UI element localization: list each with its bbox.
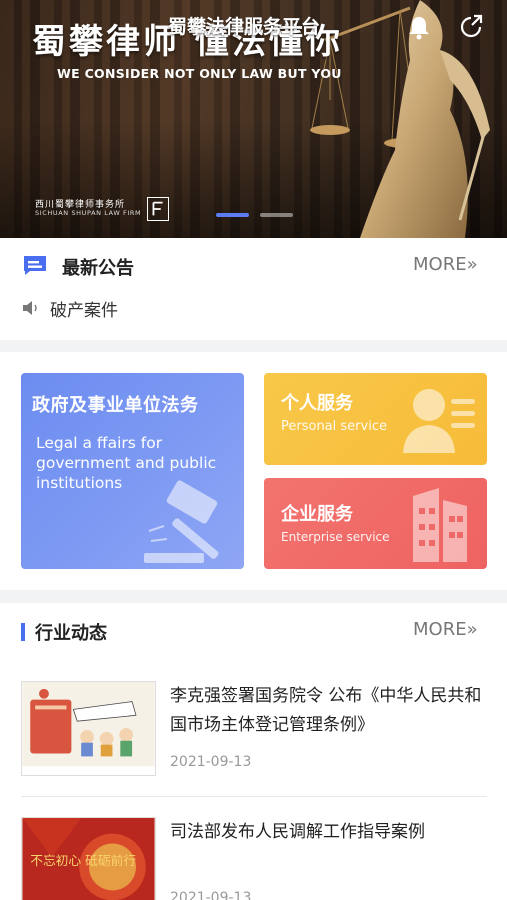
news-date: 2021-09-13 [170, 890, 252, 900]
section-accent-bar [21, 623, 25, 641]
divider [21, 796, 487, 797]
news-item[interactable]: 李克强签署国务院令 公布《中华人民共和国市场主体登记管理条例》 2021-09-… [0, 681, 507, 801]
personal-service-title: 个人服务 [281, 393, 353, 414]
news-thumbnail-text: 不忘初心 砥砺前行 [30, 853, 136, 868]
building-icon [413, 488, 467, 562]
services-section: 政府及事业单位法务 Legal a ffairs for government … [0, 352, 507, 590]
news-heading: 行业动态 [35, 623, 107, 644]
notice-more-link[interactable]: MORE» [413, 254, 478, 275]
person-icon [403, 389, 475, 453]
firm-name-en: SICHUAN SHUPAN LAW FIRM [35, 209, 142, 217]
news-title: 司法部发布人民调解工作指导案例 [170, 822, 425, 842]
bell-icon[interactable] [404, 12, 434, 42]
hero-banner[interactable]: 蜀攀律师 懂法懂你 WE CONSIDER NOT ONLY LAW BUT Y… [0, 0, 507, 238]
platform-title: 蜀攀法律服务平台 [168, 16, 321, 38]
industry-news-section: 行业动态 MORE» 李克强签署国务院令 公布《中华人民共和国市场主体登记管理条… [0, 603, 507, 900]
gov-legal-service-card[interactable]: 政府及事业单位法务 Legal a ffairs for government … [21, 373, 244, 569]
gov-service-title: 政府及事业单位法务 [32, 395, 199, 416]
carousel-dot[interactable] [260, 213, 293, 217]
message-icon [24, 256, 46, 275]
notice-heading: 最新公告 [62, 258, 134, 279]
hero-tagline-en: WE CONSIDER NOT ONLY LAW BUT YOU [57, 66, 342, 81]
share-icon[interactable] [456, 12, 486, 42]
notice-section: 最新公告 MORE» 破产案件 [0, 238, 507, 340]
personal-service-card[interactable]: 个人服务 Personal service [264, 373, 487, 465]
gavel-icon [144, 480, 219, 563]
news-title: 李克强签署国务院令 公布《中华人民共和国市场主体登记管理条例》 [170, 686, 482, 735]
enterprise-service-card[interactable]: 企业服务 Enterprise service [264, 478, 487, 569]
news-thumbnail-image [21, 681, 156, 776]
carousel-indicator[interactable] [216, 213, 296, 219]
news-item[interactable]: 不忘初心 砥砺前行 司法部发布人民调解工作指导案例 2021-09-13 [0, 817, 507, 900]
notice-item[interactable]: 破产案件 [50, 296, 118, 321]
enterprise-service-title: 企业服务 [281, 504, 353, 525]
speaker-icon [23, 301, 37, 315]
firm-logo-block: 西川蜀攀律师事务所 SICHUAN SHUPAN LAW FIRM [35, 197, 175, 223]
firm-logo-icon [147, 197, 169, 221]
news-more-link[interactable]: MORE» [413, 619, 478, 640]
carousel-dot-active[interactable] [216, 213, 249, 217]
enterprise-service-subtitle: Enterprise service [281, 530, 390, 544]
news-date: 2021-09-13 [170, 754, 252, 770]
news-thumbnail-image: 不忘初心 砥砺前行 [21, 817, 156, 900]
personal-service-subtitle: Personal service [281, 419, 387, 434]
